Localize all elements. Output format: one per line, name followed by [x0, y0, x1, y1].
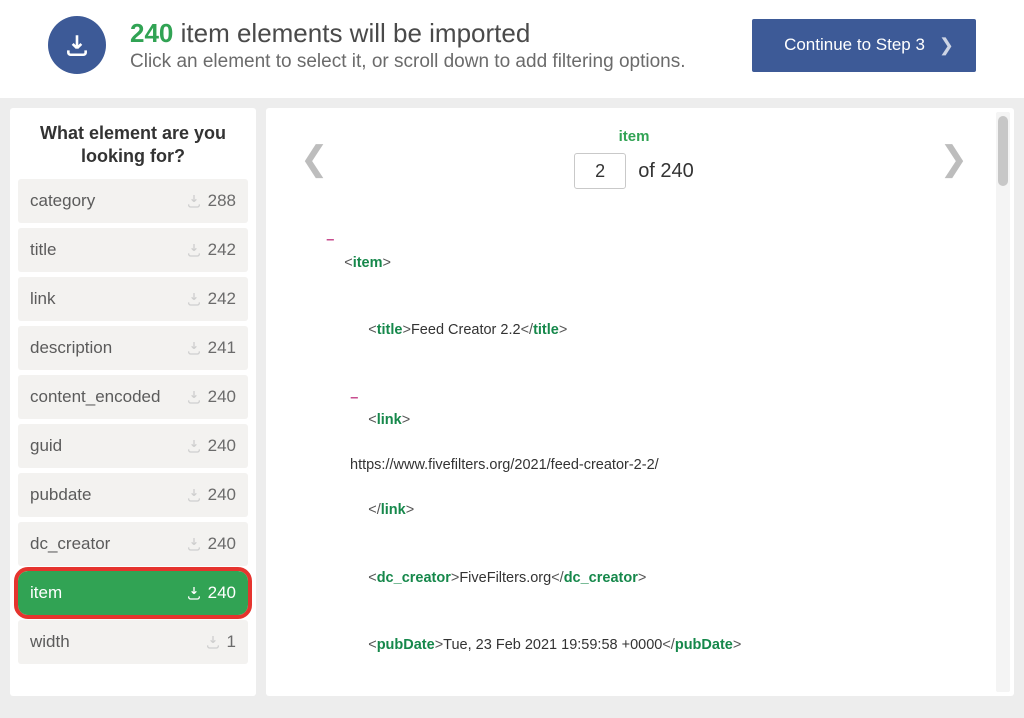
pager-current-input[interactable] [574, 153, 626, 189]
element-option-label: width [30, 632, 205, 652]
scrollbar-track[interactable] [996, 112, 1010, 692]
download-icon [186, 389, 202, 405]
download-icon [186, 193, 202, 209]
element-option-count: 1 [227, 632, 236, 652]
banner-count: 240 [130, 18, 173, 48]
xml-link-open[interactable]: – <link> [288, 364, 972, 454]
chevron-right-icon: ❯ [939, 35, 954, 56]
element-option-link[interactable]: link 242 [18, 277, 248, 321]
pager-prev[interactable]: ❮ [292, 139, 337, 179]
element-option-count: 241 [208, 338, 236, 358]
element-option-label: content_encoded [30, 387, 186, 407]
xml-link-text[interactable]: https://www.fivefilters.org/2021/feed-cr… [288, 454, 972, 476]
element-option-label: category [30, 191, 186, 211]
element-sidebar: What element are you looking for? catego… [10, 108, 256, 696]
collapse-toggle[interactable]: – [350, 387, 364, 409]
xml-category[interactable]: <category>Feed Creator</category> [288, 679, 972, 684]
element-option-title[interactable]: title 242 [18, 228, 248, 272]
download-icon [186, 438, 202, 454]
pager: ❮ item of 240 ❯ [288, 120, 992, 207]
sidebar-heading: What element are you looking for? [18, 122, 248, 179]
xml-item-open[interactable]: – <item> [288, 207, 972, 297]
element-option-content_encoded[interactable]: content_encoded 240 [18, 375, 248, 419]
scrollbar-thumb[interactable] [998, 116, 1008, 186]
element-option-item[interactable]: item 240 [18, 571, 248, 615]
continue-button[interactable]: Continue to Step 3 ❯ [752, 19, 976, 72]
element-option-count: 240 [208, 485, 236, 505]
element-option-description[interactable]: description 241 [18, 326, 248, 370]
download-icon [205, 634, 221, 650]
element-option-label: title [30, 240, 186, 260]
xml-tree: – <item> <title>Feed Creator 2.2</title>… [288, 207, 992, 684]
element-option-count: 240 [208, 534, 236, 554]
element-option-count: 240 [208, 583, 236, 603]
download-icon [186, 291, 202, 307]
element-option-count: 240 [208, 387, 236, 407]
banner-subtitle: Click an element to select it, or scroll… [130, 51, 728, 73]
element-option-category[interactable]: category 288 [18, 179, 248, 223]
main-layout: What element are you looking for? catego… [0, 98, 1024, 696]
element-option-width[interactable]: width 1 [18, 620, 248, 664]
xml-link-close[interactable]: </link> [288, 477, 972, 544]
import-icon [48, 16, 106, 74]
element-option-label: item [30, 583, 186, 603]
element-option-label: guid [30, 436, 186, 456]
download-icon [186, 487, 202, 503]
preview-panel: ❮ item of 240 ❯ – <item> <title>Feed Cre… [266, 108, 1014, 696]
element-option-label: description [30, 338, 186, 358]
element-option-pubdate[interactable]: pubdate 240 [18, 473, 248, 517]
banner-text: 240 item elements will be imported Click… [130, 18, 728, 73]
xml-pubdate[interactable]: <pubDate>Tue, 23 Feb 2021 19:59:58 +0000… [288, 611, 972, 678]
element-option-dc_creator[interactable]: dc_creator 240 [18, 522, 248, 566]
pager-center: item of 240 [574, 128, 694, 189]
banner-title: 240 item elements will be imported [130, 18, 728, 49]
element-list: category 288 title 242 link 242 description 241… [18, 179, 248, 664]
pager-of-text: of 240 [638, 160, 694, 183]
banner-title-rest: item elements will be imported [173, 18, 530, 48]
download-icon [186, 536, 202, 552]
collapse-toggle[interactable]: – [326, 229, 340, 251]
download-icon [186, 340, 202, 356]
element-option-guid[interactable]: guid 240 [18, 424, 248, 468]
element-option-count: 242 [208, 289, 236, 309]
pager-element-label: item [574, 128, 694, 145]
xml-title[interactable]: <title>Feed Creator 2.2</title> [288, 297, 972, 364]
element-option-count: 242 [208, 240, 236, 260]
element-option-label: dc_creator [30, 534, 186, 554]
element-option-label: pubdate [30, 485, 186, 505]
download-icon [186, 242, 202, 258]
element-option-count: 240 [208, 436, 236, 456]
import-banner: 240 item elements will be imported Click… [0, 0, 1024, 98]
pager-next[interactable]: ❯ [931, 139, 976, 179]
download-icon [186, 585, 202, 601]
element-option-label: link [30, 289, 186, 309]
xml-dc-creator[interactable]: <dc_creator>FiveFilters.org</dc_creator> [288, 544, 972, 611]
element-option-count: 288 [208, 191, 236, 211]
continue-button-label: Continue to Step 3 [784, 35, 925, 55]
